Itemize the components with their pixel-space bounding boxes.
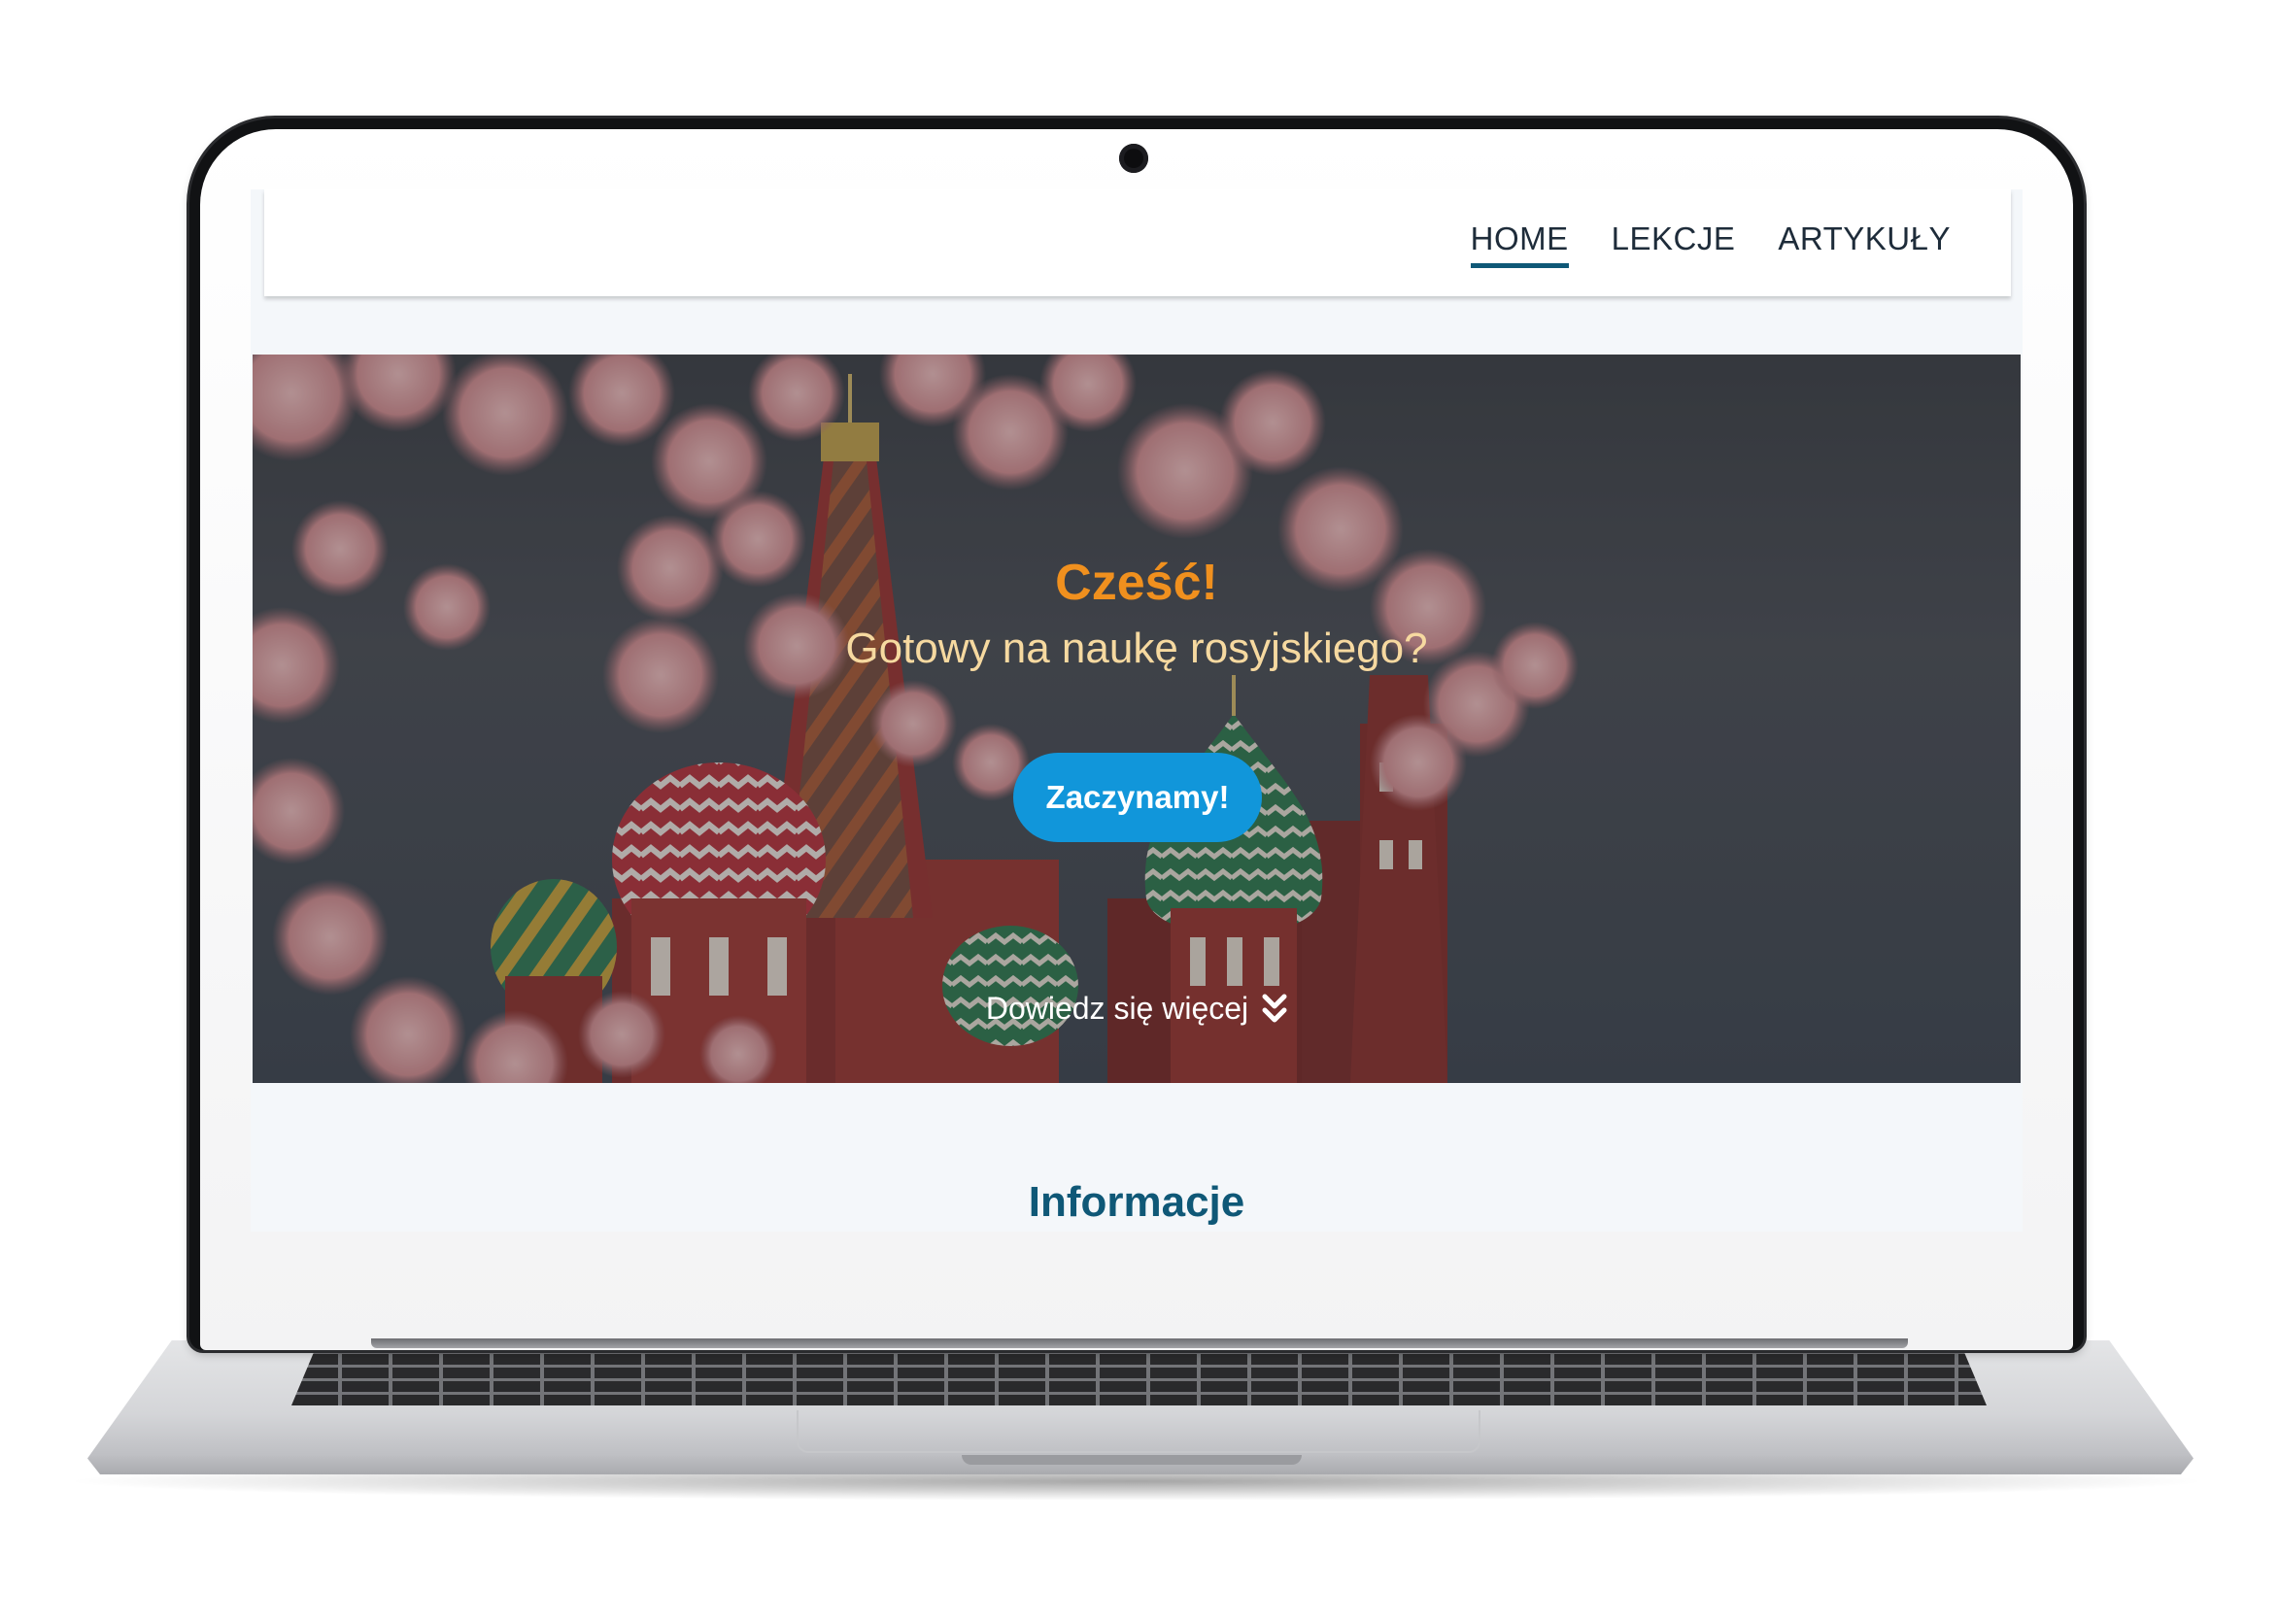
laptop-mockup: HOME LEKCJE ARTYKUŁY Cześć! Gotowy na na… [0, 0, 2279, 1624]
laptop-trackpad [797, 1410, 1480, 1453]
nav-item-lekcje[interactable]: LEKCJE [1612, 220, 1736, 268]
main-nav: HOME LEKCJE ARTYKUŁY [1470, 220, 1951, 268]
nav-item-artykuly[interactable]: ARTYKUŁY [1778, 220, 1951, 268]
website-viewport: HOME LEKCJE ARTYKUŁY Cześć! Gotowy na na… [251, 189, 2023, 1232]
hero-banner: Cześć! Gotowy na naukę rosyjskiego? Zacz… [253, 355, 2021, 1083]
learn-more-label: Dowiedz się więcej [985, 991, 1249, 1026]
hero-dark-overlay [253, 355, 2021, 1083]
section-title-informacje: Informacje [1028, 1178, 1245, 1226]
start-button[interactable]: Zaczynamy! [1013, 753, 1262, 842]
laptop-keyboard [291, 1353, 1987, 1405]
hero-title: Cześć! [1055, 555, 1218, 611]
double-chevron-down-icon [1262, 994, 1287, 1022]
nav-item-home[interactable]: HOME [1470, 220, 1569, 268]
laptop-front-notch [962, 1455, 1302, 1465]
webcam-icon [1119, 144, 1148, 173]
top-navbar: HOME LEKCJE ARTYKUŁY [264, 189, 2011, 296]
laptop-hinge [371, 1338, 1908, 1348]
learn-more-link[interactable]: Dowiedz się więcej [253, 991, 2021, 1027]
hero-subtitle: Gotowy na naukę rosyjskiego? [845, 625, 1428, 672]
